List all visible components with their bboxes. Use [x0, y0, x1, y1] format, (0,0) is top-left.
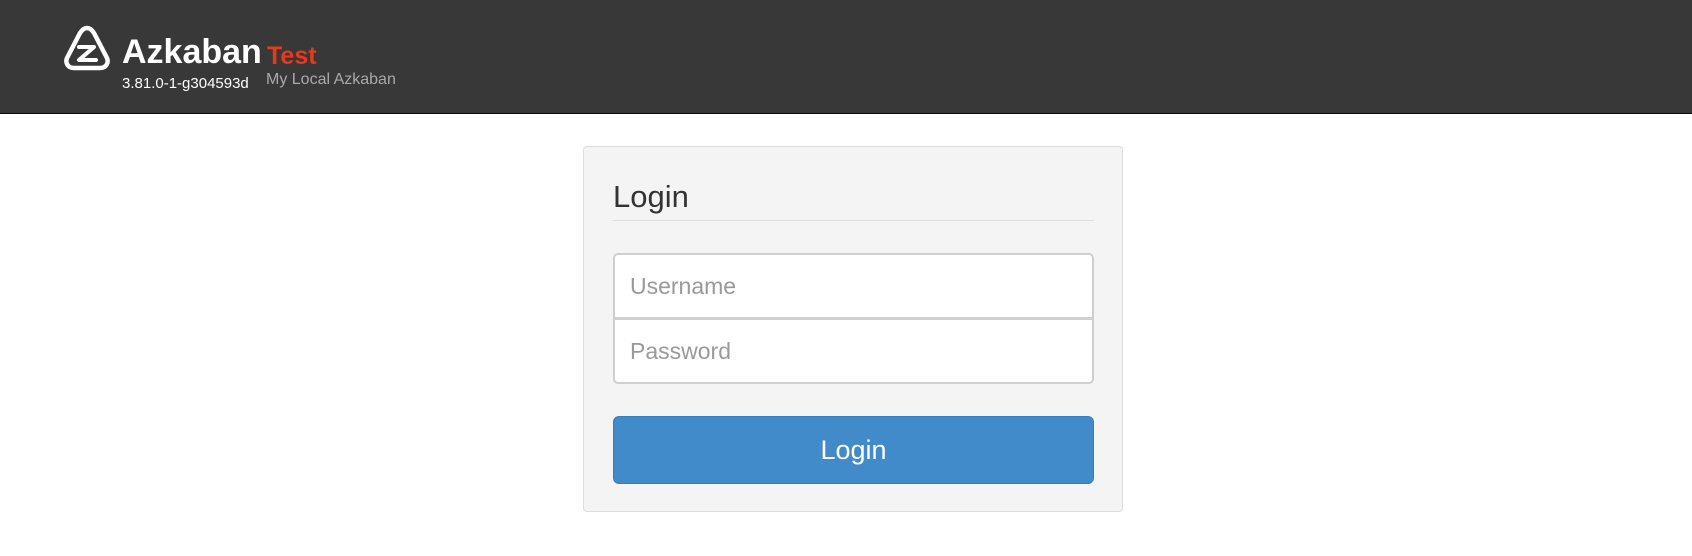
top-navbar: Azkaban Test 3.81.0-1-g304593d My Local …: [0, 0, 1692, 114]
login-title: Login: [613, 179, 689, 214]
credentials-group: [613, 253, 1094, 384]
version-label: 3.81.0-1-g304593d: [122, 75, 249, 92]
login-panel: Login Login: [583, 146, 1123, 512]
brand-name[interactable]: Azkaban: [122, 32, 262, 72]
environment-label: Test: [267, 42, 317, 70]
instance-subtitle: My Local Azkaban: [266, 71, 396, 88]
login-button[interactable]: Login: [613, 416, 1094, 484]
password-input[interactable]: [613, 318, 1094, 384]
azkaban-logo-icon[interactable]: [63, 25, 111, 71]
title-divider: [613, 220, 1094, 221]
username-input[interactable]: [613, 253, 1094, 319]
